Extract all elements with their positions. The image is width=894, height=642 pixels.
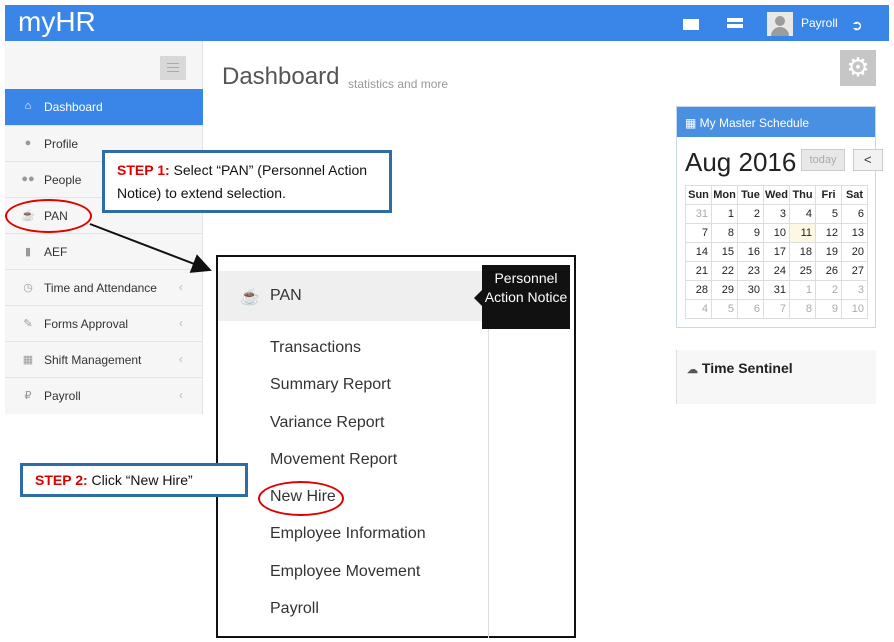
trophy-icon: ☕ bbox=[240, 289, 260, 306]
submenu-item-movement-report[interactable]: Movement Report bbox=[270, 451, 397, 469]
new-hire-highlight-ring bbox=[258, 481, 344, 516]
submenu-item-summary-report[interactable]: Summary Report bbox=[270, 376, 391, 394]
submenu-item-transactions[interactable]: Transactions bbox=[270, 339, 361, 357]
divider bbox=[488, 321, 489, 638]
pan-submenu-zoom: ☕ PAN Personnel Action Notice Transactio… bbox=[216, 255, 576, 638]
submenu-item-employee-information[interactable]: Employee Information bbox=[270, 525, 426, 543]
submenu-item-employee-movement[interactable]: Employee Movement bbox=[270, 563, 420, 581]
step2-key: STEP 2: bbox=[35, 472, 88, 488]
pan-menu-header[interactable]: ☕ PAN bbox=[218, 271, 488, 321]
pan-tooltip: Personnel Action Notice bbox=[474, 265, 570, 329]
step2-text: Click “New Hire” bbox=[87, 472, 193, 488]
pan-menu-label: PAN bbox=[270, 287, 302, 304]
submenu-item-variance-report[interactable]: Variance Report bbox=[270, 414, 384, 432]
step1-callout: STEP 1: Select “PAN” (Personnel Action N… bbox=[102, 150, 392, 213]
submenu-item-payroll[interactable]: Payroll bbox=[270, 600, 319, 618]
step2-callout: STEP 2: Click “New Hire” bbox=[20, 463, 248, 497]
step1-key: STEP 1: bbox=[117, 162, 170, 178]
